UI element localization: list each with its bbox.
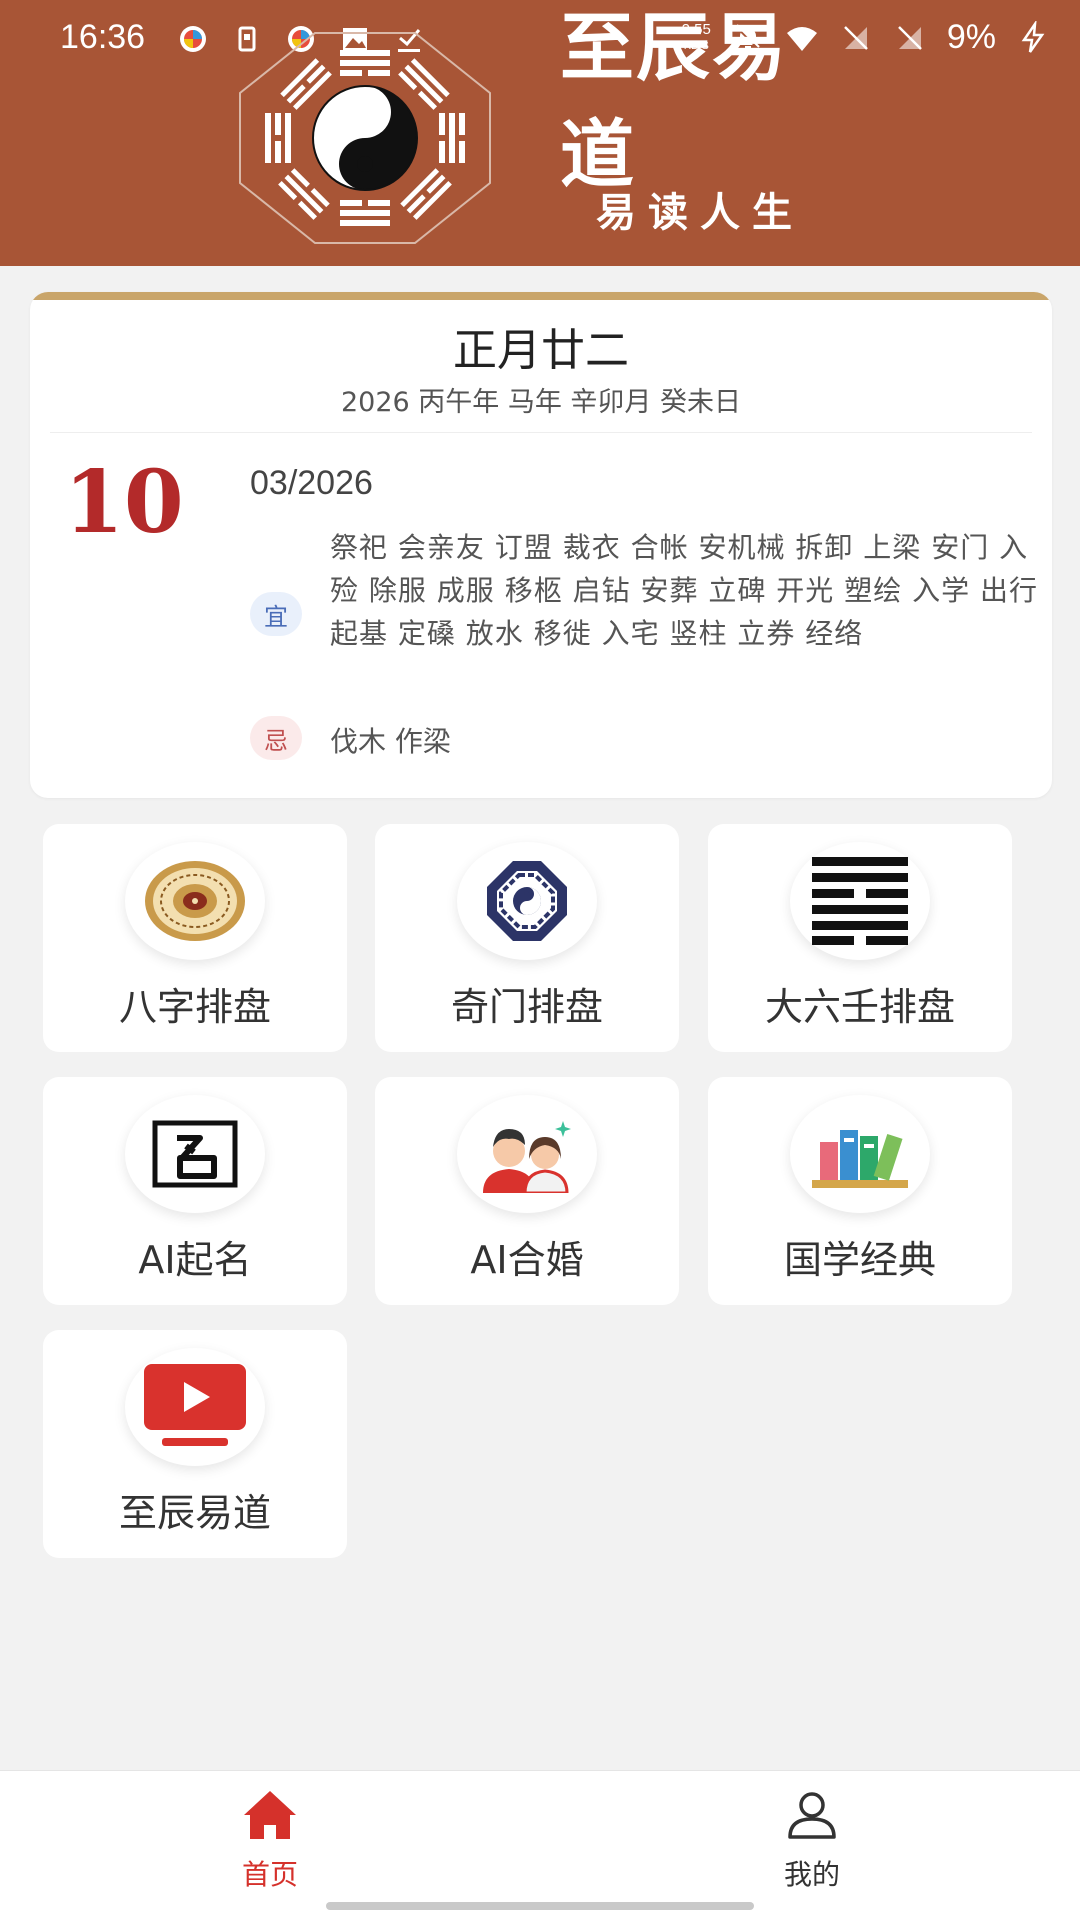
tile-icon-container xyxy=(790,842,930,960)
charging-icon xyxy=(1021,20,1045,53)
almanac-card[interactable]: 正月廿二 2026 丙午年 马年 辛卯月 癸未日 10 03/2026 宜 祭祀… xyxy=(30,292,1052,798)
bagua-logo-icon xyxy=(239,32,491,244)
app-notification-icon xyxy=(180,26,206,52)
books-icon xyxy=(812,1130,908,1188)
app-header: 16:36 2.55 KB/S 9% 至辰易道 易读人生 xyxy=(0,0,1080,266)
tile-zhichen-video[interactable]: 至辰易道 xyxy=(43,1330,347,1558)
tile-ai-naming[interactable]: AI起名 xyxy=(43,1077,347,1305)
tile-icon-container xyxy=(125,1348,265,1466)
tile-bazi[interactable]: 八字排盘 xyxy=(43,824,347,1052)
yi-activities: 祭祀 会亲友 订盟 裁衣 合帐 安机械 拆卸 上梁 安门 入殓 除服 成服 移柩… xyxy=(330,531,1039,650)
nav-home-label: 首页 xyxy=(241,1858,298,1891)
ji-activities: 伐木 作梁 xyxy=(330,725,451,758)
nav-home[interactable]: 首页 xyxy=(170,1771,370,1901)
tile-icon-container xyxy=(125,1095,265,1213)
lunar-date: 正月廿二 xyxy=(453,325,629,376)
day-number: 10 xyxy=(64,452,184,553)
month-year: 03/2026 xyxy=(250,464,373,502)
tile-label: 至辰易道 xyxy=(118,1491,271,1535)
tile-liuren[interactable]: 大六壬排盘 xyxy=(708,824,1012,1052)
card-accent-line xyxy=(30,292,1052,300)
tile-classics[interactable]: 国学经典 xyxy=(708,1077,1012,1305)
battery-level: 9% xyxy=(946,18,996,56)
tile-icon-container xyxy=(790,1095,930,1213)
video-play-icon xyxy=(144,1364,246,1446)
user-icon xyxy=(788,1792,836,1839)
tile-label: 国学经典 xyxy=(783,1238,936,1282)
tile-icon-container xyxy=(125,842,265,960)
no-signal-icon xyxy=(897,25,922,50)
tile-icon-container xyxy=(457,1095,597,1213)
tile-qimen[interactable]: 奇门排盘 xyxy=(375,824,679,1052)
status-bar: 16:36 2.55 KB/S 9% xyxy=(0,0,1080,80)
yi-badge: 宜 xyxy=(250,592,302,636)
tile-icon-container xyxy=(457,842,597,960)
tile-label: 八字排盘 xyxy=(118,985,271,1029)
tile-label: AI起名 xyxy=(138,1238,252,1282)
tile-label: AI合婚 xyxy=(470,1238,584,1282)
divider xyxy=(50,432,1032,433)
ji-badge: 忌 xyxy=(250,716,302,760)
ganzhi-date: 2026 丙午年 马年 辛卯月 癸未日 xyxy=(340,387,742,418)
bottom-navigation: 首页 我的 xyxy=(0,1770,1080,1921)
hexagram-icon xyxy=(812,857,908,945)
qimen-bagua-icon xyxy=(487,861,567,941)
tile-label: 大六壬排盘 xyxy=(764,985,955,1029)
logo-title: 至辰易道 xyxy=(560,5,788,198)
home-icon xyxy=(244,1791,296,1839)
status-time: 16:36 xyxy=(60,18,146,56)
name-seal-icon xyxy=(152,1120,238,1188)
nav-mine-label: 我的 xyxy=(783,1858,840,1891)
home-indicator[interactable] xyxy=(326,1902,754,1910)
bazi-compass-icon xyxy=(145,861,245,941)
logo-subtitle: 易读人生 xyxy=(596,189,804,236)
couple-icon xyxy=(483,1121,571,1193)
nav-mine[interactable]: 我的 xyxy=(712,1771,912,1901)
tile-label: 奇门排盘 xyxy=(450,985,603,1029)
tile-ai-marriage[interactable]: AI合婚 xyxy=(375,1077,679,1305)
